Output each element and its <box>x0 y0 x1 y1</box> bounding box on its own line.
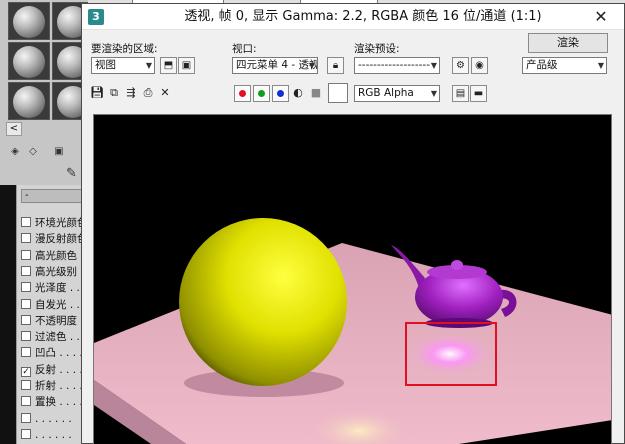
map-checkbox[interactable] <box>21 249 31 260</box>
map-checkbox[interactable] <box>21 314 31 325</box>
maps-rollout: - 环境光颜色 漫反射颜色 高光颜色 . . 高光级别 . . 光泽度 . . . 自发光… <box>16 185 90 444</box>
chevron-down-icon: ▼ <box>308 61 315 70</box>
chevron-down-icon: ▼ <box>430 89 437 98</box>
red-channel-toggle[interactable] <box>234 85 251 102</box>
map-label: . . . . . . <box>35 412 72 425</box>
map-label: 光泽度 . . . <box>35 282 87 295</box>
material-editor-background: < ◈ ◇ ▣ ✎ - 环境光颜色 漫反射颜色 高光颜色 . . 高光级别 . . 光泽… <box>0 0 94 444</box>
red-channel-icon <box>239 90 246 97</box>
map-label: 反射 . . . . <box>35 363 83 376</box>
eyedropper-icon[interactable]: ✎ <box>66 166 77 181</box>
title-bar[interactable]: 3 透视, 帧 0, 显示 Gamma: 2.2, RGBA 颜色 16 位/通… <box>82 4 624 30</box>
viewport-label: 视口: <box>232 43 257 55</box>
blue-channel-toggle[interactable] <box>272 85 289 102</box>
scroll-left-icon[interactable]: < <box>6 122 22 136</box>
close-button[interactable]: ✕ <box>578 4 624 30</box>
map-label: . . . . . . <box>35 428 72 441</box>
copy-image-icon[interactable]: ⧉ <box>106 85 122 101</box>
lock-icon[interactable]: 🔒︎ <box>327 57 344 74</box>
yellow-sphere <box>179 218 347 386</box>
clone-frame-icon[interactable]: ⇶ <box>123 85 139 101</box>
left-dark-edge <box>0 185 16 444</box>
channel-display-dropdown[interactable]: RGB Alpha ▼ <box>354 85 440 102</box>
material-sample-slot[interactable] <box>8 82 50 120</box>
chevron-down-icon: ▼ <box>597 61 604 70</box>
sample-sphere-icon <box>13 86 45 118</box>
material-sample-slot[interactable] <box>8 42 50 80</box>
blue-channel-icon <box>277 90 284 97</box>
map-checkbox[interactable] <box>21 347 31 358</box>
map-checkbox[interactable] <box>21 412 31 423</box>
green-channel-icon <box>258 90 265 97</box>
render-setup-icon[interactable]: ⚙ <box>452 57 469 74</box>
map-checkbox[interactable] <box>21 298 31 309</box>
chevron-down-icon: ▼ <box>145 61 152 70</box>
material-toolbar: ◈ ◇ ▣ <box>6 143 86 163</box>
rendered-image-viewport[interactable] <box>93 114 612 444</box>
rendered-frame-window: 3 透视, 帧 0, 显示 Gamma: 2.2, RGBA 颜色 16 位/通… <box>81 3 625 444</box>
map-label: 折射 . . . . <box>35 380 83 392</box>
map-checkbox[interactable] <box>21 428 31 439</box>
monochrome-icon[interactable]: ■ <box>308 85 324 101</box>
map-label: 自发光 . . . <box>35 298 87 311</box>
environment-effects-icon[interactable]: ◉ <box>471 57 488 74</box>
area-to-render-value: 视图 <box>95 59 116 71</box>
assign-material-icon[interactable]: ◇ <box>26 145 40 159</box>
render-button[interactable]: 渲染 <box>528 33 608 53</box>
green-channel-toggle[interactable] <box>253 85 270 102</box>
color-swatch[interactable] <box>328 83 348 103</box>
sample-sphere-icon <box>13 46 45 78</box>
map-checkbox[interactable] <box>21 217 31 227</box>
put-to-library-icon[interactable]: ▣ <box>52 145 66 159</box>
window-title: 透视, 帧 0, 显示 Gamma: 2.2, RGBA 颜色 16 位/通道 … <box>184 9 542 24</box>
pick-material-icon[interactable]: ◈ <box>8 145 22 159</box>
rollout-header[interactable]: - <box>21 189 89 203</box>
save-image-icon[interactable]: 💾︎ <box>89 85 105 101</box>
toggle-ui-overlay-icon[interactable]: ▤ <box>452 85 469 102</box>
map-label: 置换 . . . . <box>35 396 83 409</box>
rendered-scene <box>94 218 611 444</box>
sample-sphere-icon <box>13 6 45 38</box>
area-to-render-label: 要渲染的区域: <box>91 43 158 55</box>
map-label: 环境光颜色 <box>35 217 88 229</box>
toggle-ui-icon[interactable]: ▬ <box>470 85 487 102</box>
clear-icon[interactable]: ✕ <box>157 85 173 101</box>
map-label: 凹凸 . . . . <box>35 347 83 360</box>
map-label: 过滤色 . . . <box>35 331 87 344</box>
map-checkbox[interactable] <box>21 233 31 244</box>
alpha-channel-icon[interactable]: ◐ <box>290 85 306 101</box>
selection-rectangle <box>405 322 497 386</box>
viewport-value: 四元菜单 4 - 透视 <box>236 59 318 71</box>
map-checkbox[interactable]: ✓ <box>21 366 31 377</box>
quality-dropdown[interactable]: 产品级 ▼ <box>522 57 607 74</box>
rollout-header-label: - <box>25 190 29 201</box>
map-checkbox[interactable] <box>21 380 31 390</box>
viewport-dropdown[interactable]: 四元菜单 4 - 透视 ▼ <box>232 57 318 74</box>
map-checkbox[interactable] <box>21 265 31 276</box>
quality-value: 产品级 <box>526 59 558 71</box>
auto-region-icon[interactable]: ▣ <box>178 57 195 74</box>
channel-display-value: RGB Alpha <box>358 87 414 99</box>
map-label: 漫反射颜色 <box>35 233 88 246</box>
render-preset-dropdown[interactable]: ------------------- ▼ <box>354 57 440 74</box>
map-checkbox[interactable] <box>21 331 31 342</box>
area-to-render-dropdown[interactable]: 视图 ▼ <box>91 57 155 74</box>
print-image-icon[interactable]: ⎙ <box>140 85 156 101</box>
map-checkbox[interactable] <box>21 396 31 407</box>
render-preset-label: 渲染预设: <box>354 43 400 55</box>
map-checkbox[interactable] <box>21 282 31 293</box>
material-sample-slot[interactable] <box>8 2 50 40</box>
render-preset-value: ------------------- <box>358 59 430 71</box>
chevron-down-icon: ▼ <box>430 61 437 70</box>
edit-region-icon[interactable]: ⬒ <box>160 57 177 74</box>
